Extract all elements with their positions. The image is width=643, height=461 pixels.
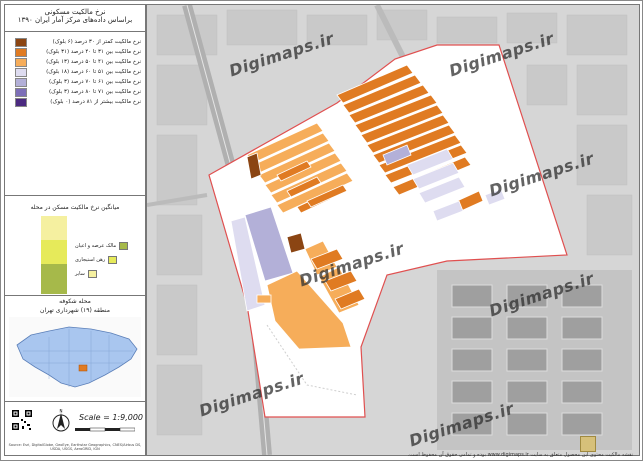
- legend-swatch: [15, 87, 27, 97]
- bar-segment-owner: [41, 264, 67, 294]
- legend-swatch: [15, 57, 27, 67]
- copyright-footer: نقشه مالکیت محتوی این محصول متعلق به سای…: [407, 452, 633, 458]
- main-map[interactable]: Digimaps.ir Digimaps.ir Digimaps.ir Digi…: [146, 4, 640, 456]
- seal-icon: [580, 436, 596, 452]
- map-svg: [147, 5, 639, 455]
- divider: [5, 31, 145, 32]
- legend: نرخ مالکیت کمتر از ۳۰ درصد (۶ بلوک) نرخ …: [11, 37, 141, 107]
- inset-highlight: [78, 364, 88, 372]
- neighborhood-name: محله شکوفه: [59, 298, 91, 305]
- map-info-block: N Scale = 1:9,000 Source: Esri, DigitalG…: [5, 403, 145, 455]
- divider: [5, 195, 145, 196]
- chart-legend-label: رهن استیجاری: [75, 257, 106, 263]
- legend-item: نرخ مالکیت بین ۶۱ تا ۷۰ درصد (۳ بلوک): [11, 77, 141, 87]
- chart-legend-swatch: [87, 270, 97, 278]
- panel-title-line2: براساس داده‌های مرکز آمار ایران ۱۳۹۰: [17, 16, 133, 24]
- chart-legend-label: مالک عرصه و اعیان: [75, 243, 117, 249]
- inset-city-map: [9, 317, 141, 397]
- legend-item: نرخ مالکیت بین ۳۱ تا ۴۰ درصد (۳۱ بلوک): [11, 47, 141, 57]
- bar-segment-other: [41, 216, 67, 240]
- north-arrow-icon: N: [52, 409, 70, 432]
- legend-swatch: [15, 37, 27, 47]
- chart-legend-swatch: [119, 242, 129, 250]
- legend-item: نرخ مالکیت کمتر از ۳۰ درصد (۶ بلوک): [11, 37, 141, 47]
- legend-item: نرخ مالکیت بین ۷۱ تا ۸۰ درصد (۳ بلوک): [11, 87, 141, 97]
- chart-legend-label: سایر: [75, 271, 85, 277]
- bar-segment-rent: [41, 240, 67, 264]
- scale-text: Scale = 1:9,000: [79, 413, 143, 422]
- legend-item: نرخ مالکیت بیشتر از ۸۱ درصد (۰ بلوک): [11, 97, 141, 107]
- legend-label: نرخ مالکیت بین ۵۱ تا ۶۰ درصد (۱۸ بلوک): [46, 69, 141, 75]
- legend-label: نرخ مالکیت بین ۳۱ تا ۴۰ درصد (۳۱ بلوک): [46, 49, 141, 55]
- ownership-bar-chart: مالک عرصه و اعیان رهن استیجاری سایر: [13, 216, 139, 294]
- imagery-credit: Source: Esri, DigitalGlobe, GeoEye, Eart…: [8, 443, 142, 451]
- legend-swatch: [15, 97, 27, 107]
- legend-panel: نرخ مالکیت مسکونی براساس داده‌های مرکز آ…: [4, 4, 146, 456]
- legend-label: نرخ مالکیت بین ۷۱ تا ۸۰ درصد (۳ بلوک): [49, 89, 141, 95]
- inset-map-svg: [16, 326, 138, 388]
- panel-title-line1: نرخ مالکیت مسکونی: [44, 8, 106, 16]
- legend-label: نرخ مالکیت بیشتر از ۸۱ درصد (۰ بلوک): [50, 99, 141, 105]
- legend-label: نرخ مالکیت بین ۶۱ تا ۷۰ درصد (۳ بلوک): [49, 79, 141, 85]
- legend-item: نرخ مالکیت بین ۴۱ تا ۵۰ درصد (۱۳ بلوک): [11, 57, 141, 67]
- legend-label: نرخ مالکیت کمتر از ۳۰ درصد (۶ بلوک): [52, 39, 141, 45]
- panel-title: نرخ مالکیت مسکونی براساس داده‌های مرکز آ…: [7, 8, 143, 24]
- legend-item: نرخ مالکیت بین ۵۱ تا ۶۰ درصد (۱۸ بلوک): [11, 67, 141, 77]
- legend-swatch: [15, 67, 27, 77]
- legend-swatch: [15, 47, 27, 57]
- district-name: منطقه (۱۹) شهرداری تهران: [40, 307, 110, 314]
- chart-legend-item: رهن استیجاری: [75, 256, 118, 264]
- qr-code-icon: [11, 409, 33, 431]
- divider: [5, 295, 145, 296]
- chart-legend-item: مالک عرصه و اعیان: [75, 242, 129, 250]
- chart-legend-swatch: [108, 256, 118, 264]
- chart-legend-item: سایر: [75, 270, 97, 278]
- svg-text:N: N: [60, 409, 63, 414]
- legend-swatch: [15, 77, 27, 87]
- divider: [5, 401, 145, 402]
- scale-bar: [75, 427, 135, 432]
- legend-label: نرخ مالکیت بین ۴۱ تا ۵۰ درصد (۱۳ بلوک): [46, 59, 141, 65]
- chart-title: میانگین نرخ مالکیت مسکن در محله: [30, 204, 120, 211]
